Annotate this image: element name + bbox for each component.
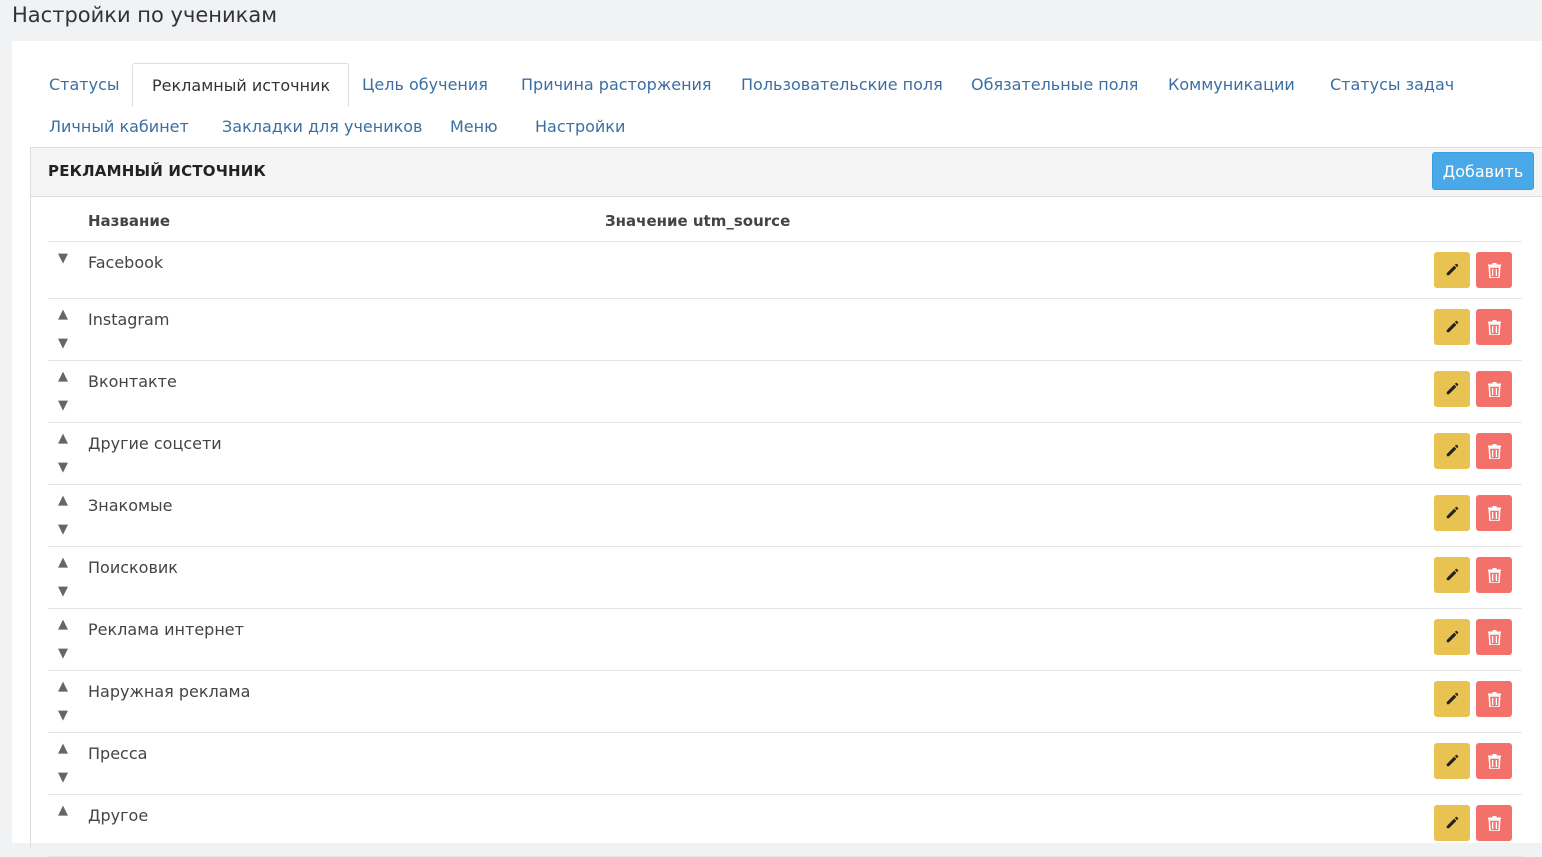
tab-settings[interactable]: Настройки — [535, 117, 625, 137]
trash-icon — [1487, 505, 1501, 521]
edit-button[interactable] — [1434, 433, 1470, 469]
trash-icon — [1487, 629, 1501, 645]
triangle-up-icon[interactable]: ▲ — [56, 618, 70, 632]
table-row: ▲ ▼ Другие соцсети — [48, 423, 1522, 485]
triangle-down-icon[interactable]: ▼ — [56, 399, 70, 413]
triangle-down-icon[interactable]: ▼ — [56, 771, 70, 785]
triangle-down-icon[interactable]: ▼ — [56, 585, 70, 599]
table-row: ▲ ▼ Instagram — [48, 299, 1522, 361]
triangle-down-icon[interactable]: ▼ — [56, 461, 70, 475]
pencil-icon — [1445, 630, 1459, 644]
pencil-icon — [1445, 263, 1459, 277]
table-header: Название Значение utm_source — [48, 197, 1522, 242]
tab-task-statuses[interactable]: Статусы задач — [1330, 75, 1454, 95]
triangle-down-icon[interactable]: ▼ — [56, 337, 70, 351]
edit-button[interactable] — [1434, 371, 1470, 407]
delete-button[interactable] — [1476, 619, 1512, 655]
delete-button[interactable] — [1476, 252, 1512, 288]
source-name: Наружная реклама — [88, 682, 251, 701]
triangle-up-icon[interactable]: ▲ — [56, 494, 70, 508]
trash-icon — [1487, 753, 1501, 769]
table-row: ▲ Другое — [48, 795, 1522, 857]
page-title: Настройки по ученикам — [12, 3, 278, 27]
edit-button[interactable] — [1434, 252, 1470, 288]
trash-icon — [1487, 567, 1501, 583]
add-button[interactable]: Добавить — [1432, 152, 1534, 190]
triangle-up-icon[interactable]: ▲ — [56, 680, 70, 694]
delete-button[interactable] — [1476, 309, 1512, 345]
triangle-up-icon[interactable]: ▲ — [56, 804, 70, 818]
triangle-down-icon[interactable]: ▼ — [56, 647, 70, 661]
edit-button[interactable] — [1434, 495, 1470, 531]
table-row: ▲ ▼ Наружная реклама — [48, 671, 1522, 733]
triangle-down-icon[interactable]: ▼ — [56, 252, 70, 266]
edit-button[interactable] — [1434, 681, 1470, 717]
panel-header: РЕКЛАМНЫЙ ИСТОЧНИК Добавить — [31, 148, 1542, 197]
pencil-icon — [1445, 816, 1459, 830]
tab-student-bookmarks[interactable]: Закладки для учеников — [222, 117, 422, 137]
source-name: Instagram — [88, 310, 170, 329]
edit-button[interactable] — [1434, 743, 1470, 779]
tab-termination-reason[interactable]: Причина расторжения — [521, 75, 712, 95]
delete-button[interactable] — [1476, 433, 1512, 469]
trash-icon — [1487, 443, 1501, 459]
tab-ad-source[interactable]: Рекламный источник — [132, 63, 350, 107]
source-name: Facebook — [88, 253, 164, 272]
source-name: Знакомые — [88, 496, 173, 515]
delete-button[interactable] — [1476, 743, 1512, 779]
delete-button[interactable] — [1476, 681, 1512, 717]
source-name: Пресса — [88, 744, 148, 763]
triangle-up-icon[interactable]: ▲ — [56, 742, 70, 756]
triangle-up-icon[interactable]: ▲ — [56, 432, 70, 446]
table-row: ▲ ▼ Вконтакте — [48, 361, 1522, 423]
triangle-up-icon[interactable]: ▲ — [56, 308, 70, 322]
delete-button[interactable] — [1476, 805, 1512, 841]
pencil-icon — [1445, 444, 1459, 458]
trash-icon — [1487, 381, 1501, 397]
trash-icon — [1487, 815, 1501, 831]
edit-button[interactable] — [1434, 805, 1470, 841]
pencil-icon — [1445, 692, 1459, 706]
pencil-icon — [1445, 754, 1459, 768]
tab-personal-account[interactable]: Личный кабинет — [49, 117, 189, 137]
trash-icon — [1487, 262, 1501, 278]
source-name: Поисковик — [88, 558, 178, 577]
edit-button[interactable] — [1434, 309, 1470, 345]
tab-learning-goal[interactable]: Цель обучения — [362, 75, 488, 95]
edit-button[interactable] — [1434, 557, 1470, 593]
tab-required-fields[interactable]: Обязательные поля — [971, 75, 1138, 95]
settings-card: Статусы Рекламный источник Цель обучения… — [12, 41, 1542, 857]
source-name: Реклама интернет — [88, 620, 244, 639]
table-row: ▲ ▼ Реклама интернет — [48, 609, 1522, 671]
triangle-down-icon[interactable]: ▼ — [56, 523, 70, 537]
table-row: ▼ Facebook — [48, 242, 1522, 299]
source-name: Другое — [88, 806, 149, 825]
pencil-icon — [1445, 320, 1459, 334]
triangle-up-icon[interactable]: ▲ — [56, 556, 70, 570]
tab-communications[interactable]: Коммуникации — [1168, 75, 1295, 95]
trash-icon — [1487, 319, 1501, 335]
edit-button[interactable] — [1434, 619, 1470, 655]
delete-button[interactable] — [1476, 557, 1512, 593]
table-row: ▲ ▼ Поисковик — [48, 547, 1522, 609]
pencil-icon — [1445, 506, 1459, 520]
panel-title: РЕКЛАМНЫЙ ИСТОЧНИК — [48, 162, 267, 180]
ad-source-panel: РЕКЛАМНЫЙ ИСТОЧНИК Добавить Название Зна… — [30, 147, 1542, 857]
source-name: Вконтакте — [88, 372, 177, 391]
trash-icon — [1487, 691, 1501, 707]
column-header-name: Название — [88, 212, 171, 230]
triangle-down-icon[interactable]: ▼ — [56, 709, 70, 723]
column-header-utm-source: Значение utm_source — [605, 212, 791, 230]
table-row: ▲ ▼ Знакомые — [48, 485, 1522, 547]
tab-custom-fields[interactable]: Пользовательские поля — [741, 75, 943, 95]
table-row: ▲ ▼ Пресса — [48, 733, 1522, 795]
source-name: Другие соцсети — [88, 434, 222, 453]
pencil-icon — [1445, 382, 1459, 396]
delete-button[interactable] — [1476, 495, 1512, 531]
tab-menu[interactable]: Меню — [450, 117, 498, 137]
delete-button[interactable] — [1476, 371, 1512, 407]
tab-statuses[interactable]: Статусы — [49, 75, 120, 95]
pencil-icon — [1445, 568, 1459, 582]
triangle-up-icon[interactable]: ▲ — [56, 370, 70, 384]
